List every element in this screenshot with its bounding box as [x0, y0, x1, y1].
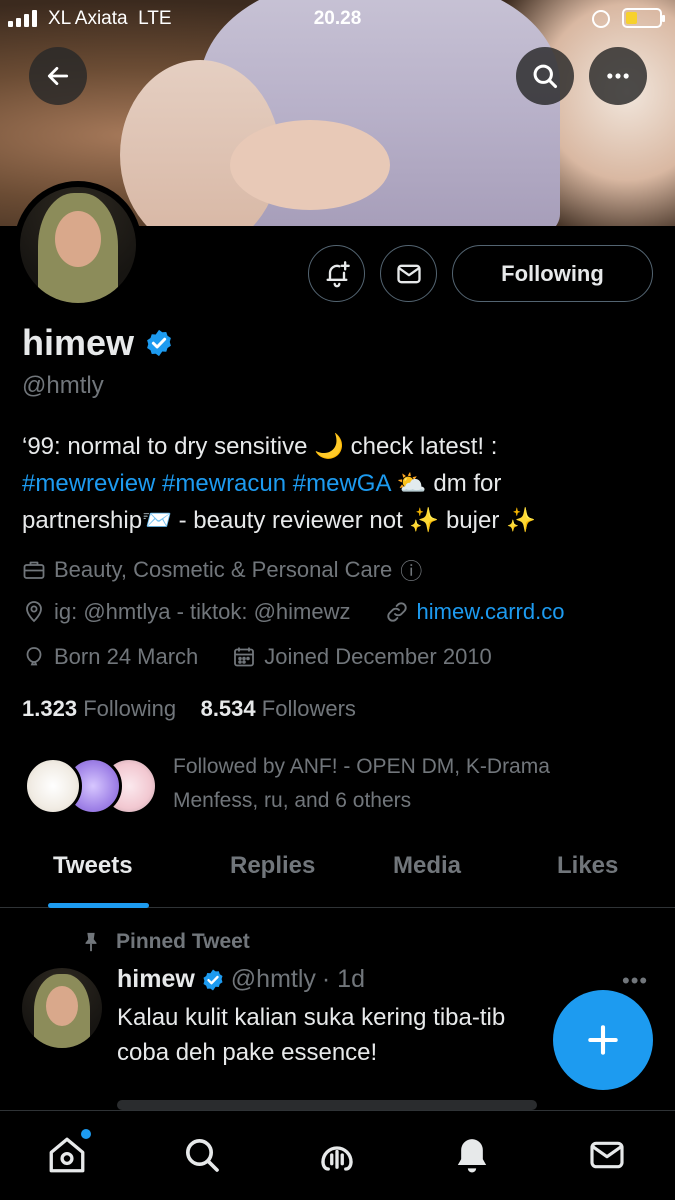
back-button[interactable] [29, 47, 87, 105]
search-icon [186, 1139, 219, 1172]
verified-badge-icon [203, 969, 223, 990]
bio-line-2-tail: ⛅ dm for [396, 470, 502, 497]
profile-display-name: himew [22, 322, 174, 364]
website-link[interactable]: himew.carrd.co [417, 599, 565, 625]
display-name-text: himew [22, 322, 135, 363]
hashtag-link[interactable]: #mewGA [293, 470, 390, 497]
mail-icon [590, 1141, 624, 1169]
profile-avatar[interactable] [14, 181, 142, 309]
nav-search[interactable] [180, 1133, 224, 1177]
tweet-author-handle[interactable]: @hmtly [231, 965, 316, 994]
followed-by-text[interactable]: Followed by ANF! - OPEN DM, K-Drama Menf… [173, 750, 643, 818]
birthday-text: Born 24 March [54, 644, 199, 669]
tweet-text[interactable]: Kalau kulit kalian suka kering tiba-tib … [117, 1000, 557, 1070]
tweet-time[interactable]: · 1d [322, 965, 365, 994]
compose-tweet-button[interactable] [553, 990, 653, 1090]
pinned-tweet-label: Pinned Tweet [80, 930, 250, 954]
banner-hands [230, 120, 390, 210]
calendar-icon [234, 647, 255, 667]
hashtag-link[interactable]: #mewreview [22, 470, 155, 497]
active-tab-indicator [48, 903, 149, 908]
tweet-more-button[interactable]: ••• [622, 968, 648, 994]
avatar [24, 757, 82, 815]
profile-dates-row: Born 24 March Joined December 2010 [22, 644, 492, 670]
status-bar: XL Axiata LTE 20.28 [0, 0, 675, 40]
home-icon [49, 1137, 85, 1173]
tweet-header: himew @hmtly · 1d [117, 965, 365, 994]
battery-icon [622, 8, 665, 28]
follow-counts: 1.323 Following 8.534 Followers [22, 696, 356, 722]
plus-icon [588, 1025, 618, 1055]
joined-text: Joined December 2010 [264, 644, 492, 669]
tweet-avatar[interactable] [22, 968, 102, 1048]
home-notification-dot [81, 1129, 91, 1139]
search-button[interactable] [516, 47, 574, 105]
more-button[interactable] [589, 47, 647, 105]
tab-replies[interactable]: Replies [230, 852, 315, 880]
more-horizontal-icon [607, 73, 629, 79]
message-button[interactable] [380, 245, 437, 302]
briefcase-icon [23, 561, 45, 579]
profile-bio: ‘99: normal to dry sensitive 🌙 check lat… [22, 428, 662, 539]
following-button[interactable]: Following [452, 245, 653, 302]
location-text: ig: @hmtlya - tiktok: @himewz [54, 599, 351, 624]
pin-icon [85, 932, 97, 952]
bio-line-3: partnership📨 - beauty reviewer not ✨ buj… [22, 507, 536, 534]
nav-home[interactable] [45, 1129, 91, 1177]
search-icon [533, 64, 558, 89]
following-count-link[interactable]: 1.323 Following [22, 696, 176, 721]
avatar-image [20, 187, 136, 303]
profile-location-row: ig: @hmtlya - tiktok: @himewz himew.carr… [22, 599, 564, 625]
verified-badge-icon[interactable] [144, 328, 174, 358]
bio-line-2: #mewreview #mewracun #mewGA ⛅ dm for [22, 465, 662, 502]
profile-handle: @hmtly [22, 372, 104, 399]
profile-tabs: Tweets Replies Media Likes [0, 840, 675, 908]
nav-notifications[interactable] [450, 1133, 494, 1177]
rotation-lock-icon [592, 10, 610, 28]
tab-tweets[interactable]: Tweets [53, 852, 133, 880]
balloon-icon [26, 647, 42, 666]
category-text: Beauty, Cosmetic & Personal Care [54, 557, 393, 582]
tab-likes[interactable]: Likes [557, 852, 618, 880]
bio-line-1: ‘99: normal to dry sensitive 🌙 check lat… [22, 433, 498, 460]
notifications-button[interactable] [308, 245, 365, 302]
tweet-text-continued [117, 1100, 577, 1110]
nav-messages[interactable] [585, 1133, 629, 1177]
spaces-icon [321, 1146, 353, 1171]
hashtag-link[interactable]: #mewracun [162, 470, 286, 497]
tweet-author-name[interactable]: himew [117, 965, 195, 994]
followed-by-avatars[interactable] [24, 757, 164, 817]
arrow-left-icon [47, 67, 69, 85]
nav-spaces[interactable] [315, 1133, 359, 1177]
followers-count-link[interactable]: 8.534 Followers [201, 696, 356, 721]
bell-plus-icon [326, 260, 350, 287]
mail-icon [396, 264, 421, 283]
tab-media[interactable]: Media [393, 852, 461, 880]
location-pin-icon [26, 601, 42, 623]
profile-category[interactable]: Beauty, Cosmetic & Personal Care ⓘ [22, 554, 422, 586]
bell-icon [457, 1139, 487, 1173]
link-icon [386, 602, 407, 622]
status-time: 20.28 [313, 8, 362, 29]
info-icon[interactable]: ⓘ [400, 554, 422, 586]
bottom-nav [0, 1110, 675, 1200]
